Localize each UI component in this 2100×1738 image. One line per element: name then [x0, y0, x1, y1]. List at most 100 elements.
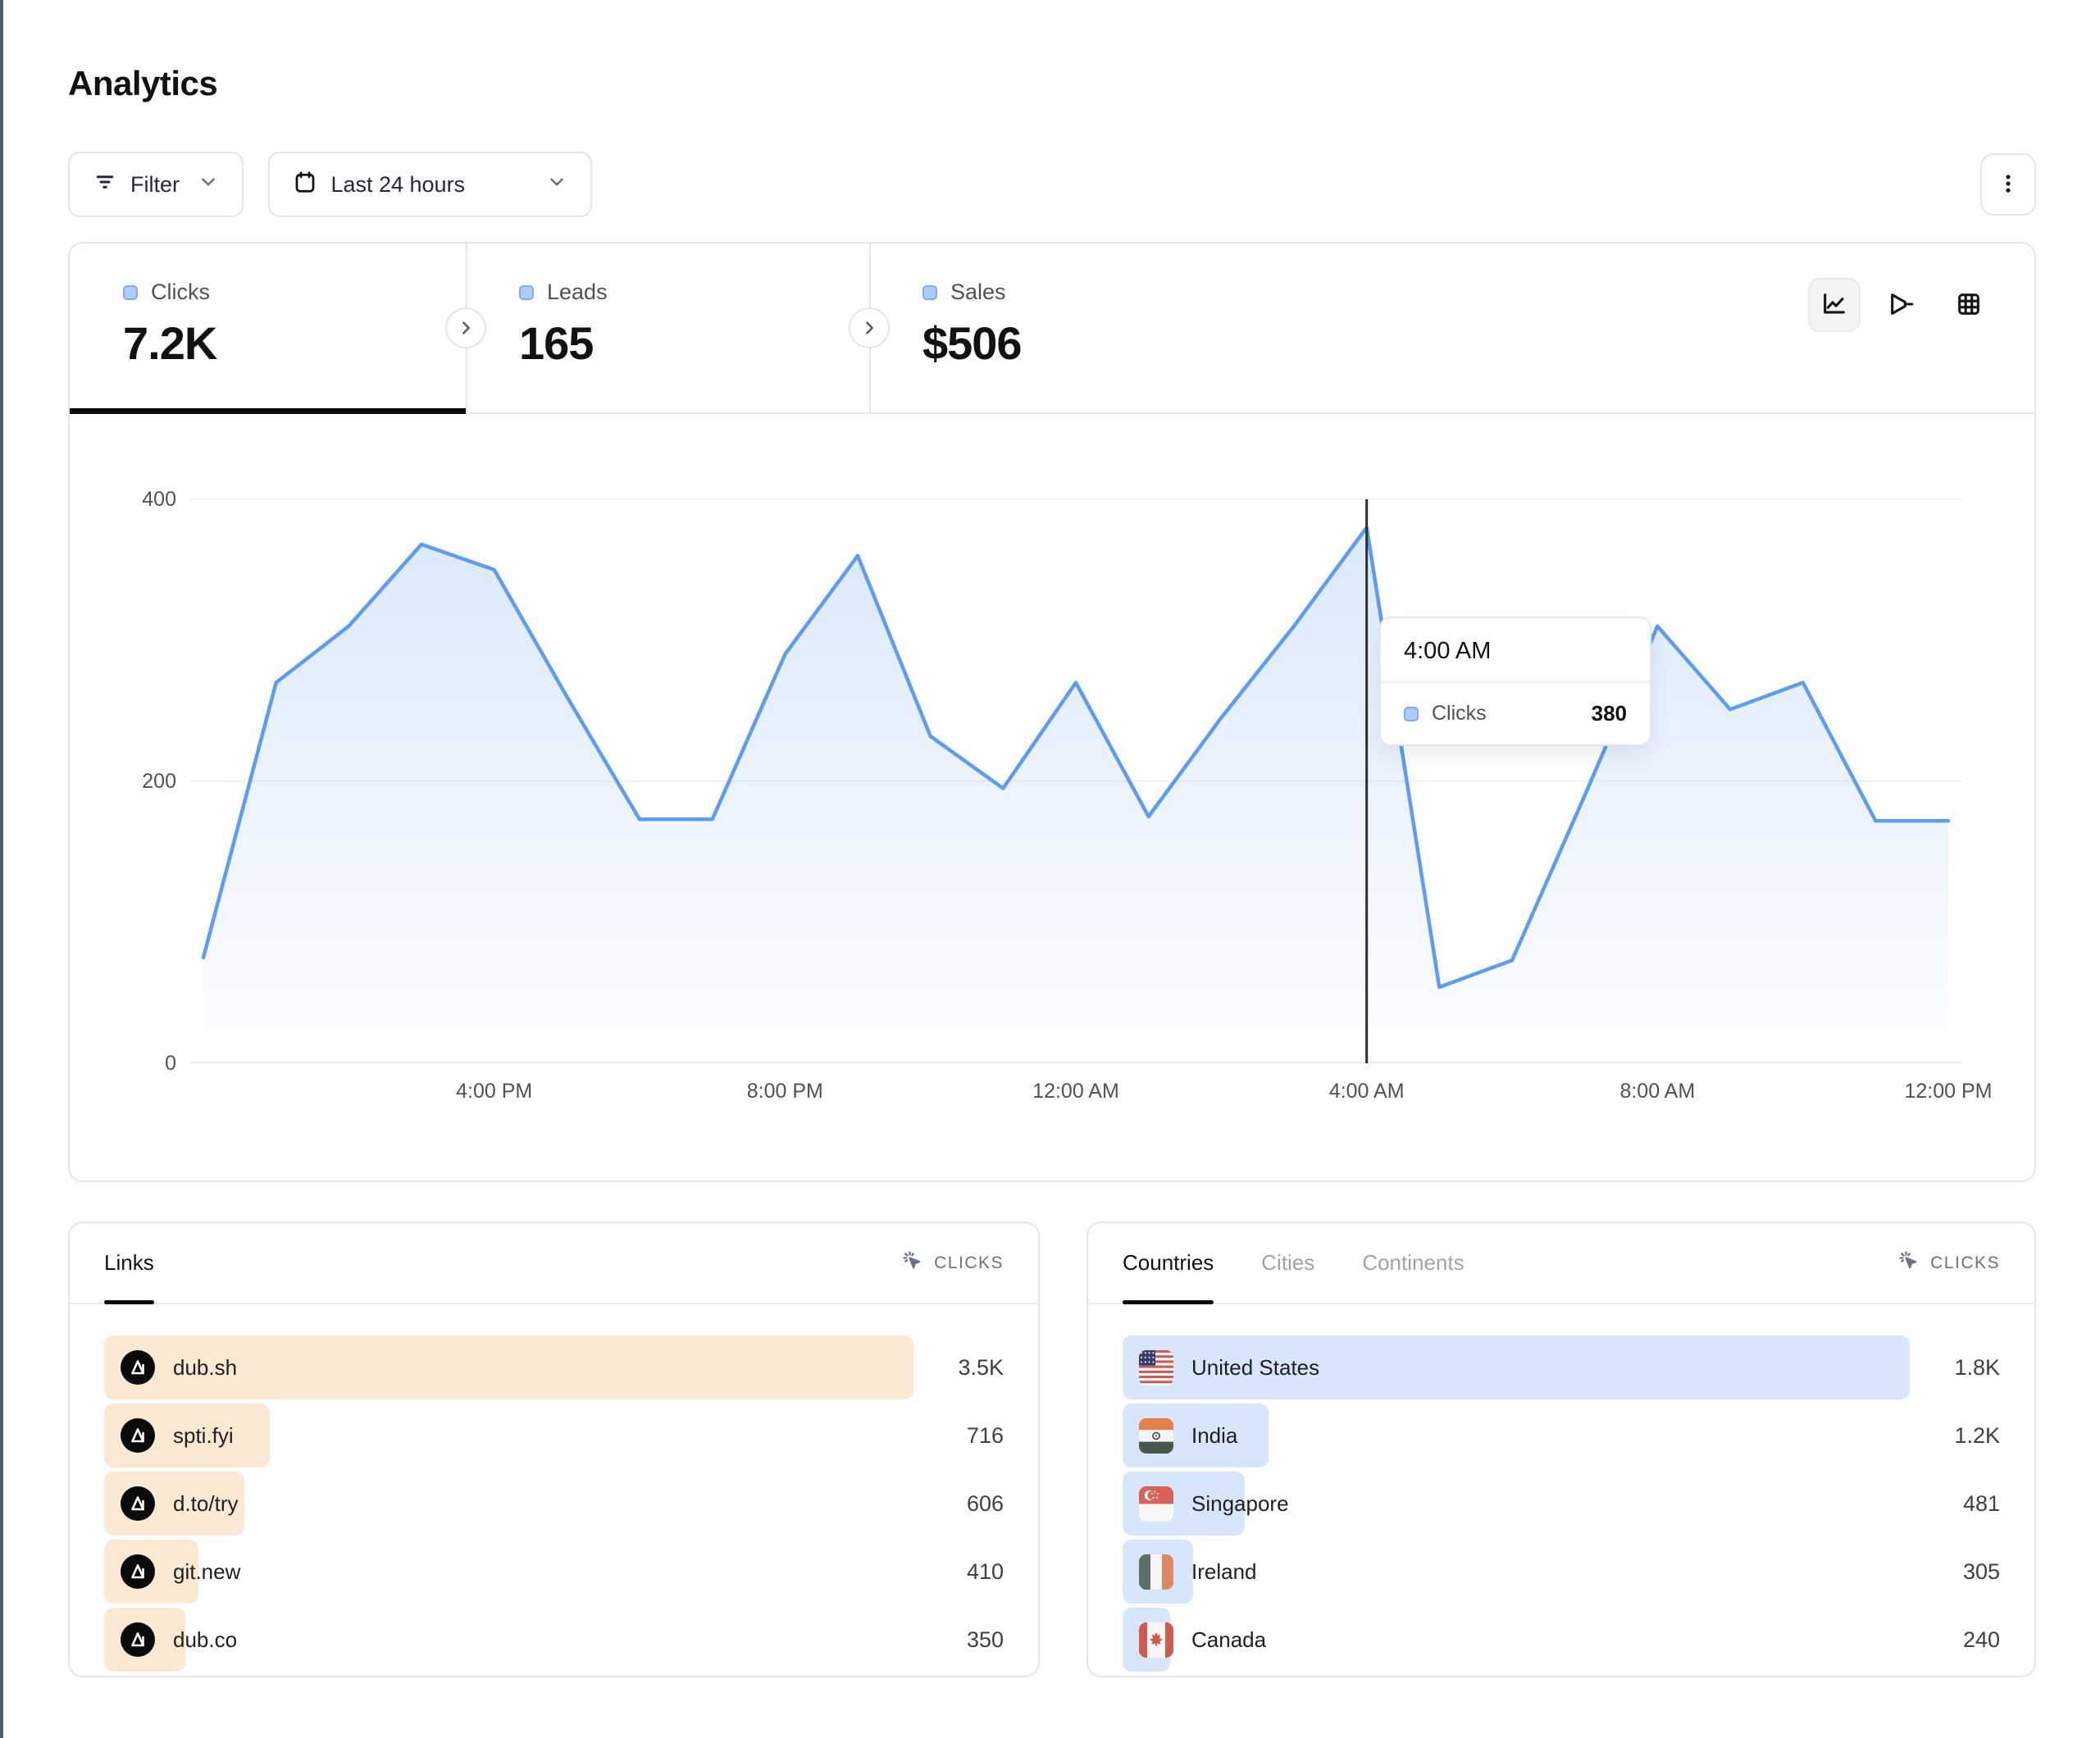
tooltip-series-label: Clicks [1432, 702, 1487, 726]
list-item[interactable]: India 1.2K [1123, 1404, 2000, 1467]
item-value: 1.8K [1954, 1355, 2000, 1381]
date-range-label: Last 24 hours [330, 172, 465, 198]
cursor-click-icon [901, 1249, 924, 1277]
funnel-view-button[interactable] [1875, 278, 1928, 332]
item-value: 1.2K [1954, 1423, 2000, 1449]
toolbar: Filter Last 24 hours [68, 152, 2036, 217]
analytics-chart-card: Clicks 7.2K Leads 165 [68, 242, 2036, 1182]
item-value: 606 [967, 1491, 1004, 1517]
filter-button[interactable]: Filter [68, 152, 244, 217]
flag-ie-icon [1139, 1554, 1173, 1590]
x-tick-label: 12:00 AM [1032, 1080, 1119, 1103]
metric-label: CLICKS [934, 1253, 1004, 1273]
item-value: 305 [1963, 1559, 2000, 1585]
item-label: Canada [1191, 1627, 1266, 1653]
more-options-button[interactable] [1980, 153, 2036, 216]
geo-metric-toggle[interactable]: CLICKS [1897, 1249, 2000, 1277]
x-tick-label: 8:00 PM [747, 1080, 823, 1103]
sales-legend-square-icon [922, 285, 937, 300]
geo-list: United States1.8KIndia1.2KSingapore481Ir… [1088, 1304, 2034, 1672]
tab-label: Links [104, 1250, 154, 1276]
item-value: 240 [1963, 1627, 2000, 1653]
expand-clicks-button[interactable] [445, 307, 486, 348]
line-chart-view-button[interactable] [1808, 278, 1861, 332]
stats-row: Clicks 7.2K Leads 165 [70, 243, 2034, 414]
geo-panel: Countries Cities Continents CLICKS Unite… [1086, 1222, 2036, 1677]
tab-cities[interactable]: Cities [1261, 1223, 1314, 1303]
x-tick-label: 4:00 PM [456, 1080, 532, 1103]
item-label: Singapore [1191, 1491, 1289, 1517]
list-item[interactable]: git.new410 [104, 1540, 1004, 1604]
tooltip-value: 380 [1592, 701, 1627, 726]
list-item[interactable]: spti.fyi 716 [104, 1404, 1004, 1467]
stat-label: Sales [950, 280, 1006, 305]
date-range-button[interactable]: Last 24 hours [268, 152, 592, 217]
stat-label: Leads [547, 280, 608, 305]
y-tick-label: 0 [102, 1052, 176, 1076]
dub-logo-icon [121, 1350, 155, 1385]
links-panel: Links CLICKS dub.sh 3.5K spti.fyi 716 d.to/t… [68, 1222, 1040, 1677]
item-label: spti.fyi [173, 1423, 234, 1449]
list-item[interactable]: United States1.8K [1123, 1335, 2000, 1399]
tab-links[interactable]: Links [104, 1223, 154, 1303]
grid-view-button[interactable] [1943, 278, 1995, 332]
calendar-icon [293, 170, 317, 200]
x-tick-label: 12:00 PM [1904, 1080, 1992, 1103]
expand-leads-button[interactable] [849, 307, 890, 348]
tab-leads[interactable]: Leads 165 [466, 243, 869, 412]
three-dots-vertical-icon [1997, 171, 2020, 198]
dub-logo-icon [121, 1554, 155, 1589]
filter-button-label: Filter [130, 172, 180, 198]
chart-canvas [190, 489, 1961, 1063]
chevron-down-icon [198, 171, 219, 198]
list-item[interactable]: dub.sh 3.5K [104, 1335, 1004, 1399]
list-item[interactable]: Ireland 305 [1123, 1540, 2000, 1604]
left-edge-accent [0, 0, 3, 1738]
x-tick-label: 8:00 AM [1619, 1080, 1695, 1103]
tab-label: Cities [1261, 1250, 1314, 1276]
tab-sales[interactable]: Sales $506 [869, 243, 1443, 412]
flag-in-icon [1139, 1418, 1173, 1454]
item-value: 350 [967, 1627, 1004, 1653]
flag-sg-icon [1139, 1486, 1173, 1522]
tooltip-time: 4:00 AM [1381, 618, 1650, 683]
flag-us-icon [1139, 1350, 1173, 1385]
list-item[interactable]: Canada 240 [1123, 1608, 2000, 1672]
stat-value: $506 [922, 316, 1443, 370]
filter-icon [93, 170, 117, 200]
clicks-legend-square-icon [123, 285, 138, 300]
item-label: dub.sh [173, 1355, 237, 1381]
dub-logo-icon [121, 1418, 155, 1453]
tab-label: Continents [1362, 1250, 1464, 1276]
item-value: 716 [967, 1423, 1004, 1449]
item-label: Ireland [1191, 1559, 1257, 1585]
dub-logo-icon [121, 1622, 155, 1657]
clicks-area-chart[interactable] [190, 489, 1961, 1063]
chevron-down-icon [546, 171, 567, 198]
list-item[interactable]: d.to/try 606 [104, 1472, 1004, 1536]
funnel-icon [1888, 290, 1916, 321]
chart-tooltip: 4:00 AM Clicks 380 [1379, 616, 1651, 746]
tab-continents[interactable]: Continents [1362, 1223, 1464, 1303]
stat-value: 165 [519, 316, 869, 370]
item-label: git.new [173, 1559, 240, 1585]
links-list: dub.sh 3.5K spti.fyi 716 d.to/try 606 git.new4… [70, 1304, 1038, 1672]
y-tick-label: 200 [102, 770, 176, 794]
chart-view-switcher [1808, 278, 1995, 332]
geo-panel-header: Countries Cities Continents CLICKS [1088, 1223, 2034, 1304]
leads-legend-square-icon [519, 285, 534, 300]
item-label: India [1191, 1423, 1237, 1449]
list-item[interactable]: dub.co350 [104, 1608, 1004, 1672]
links-metric-toggle[interactable]: CLICKS [901, 1249, 1004, 1277]
list-item[interactable]: Singapore481 [1123, 1472, 2000, 1536]
item-value: 3.5K [958, 1355, 1004, 1381]
y-tick-label: 400 [102, 488, 176, 512]
flag-ca-icon [1139, 1622, 1173, 1658]
tab-clicks[interactable]: Clicks 7.2K [70, 243, 466, 412]
tooltip-legend-square-icon [1404, 707, 1419, 721]
tab-label: Countries [1123, 1250, 1214, 1276]
x-tick-label: 4:00 AM [1329, 1080, 1405, 1103]
tab-countries[interactable]: Countries [1123, 1223, 1214, 1303]
item-label: d.to/try [173, 1491, 238, 1517]
page-title: Analytics [68, 64, 2036, 103]
